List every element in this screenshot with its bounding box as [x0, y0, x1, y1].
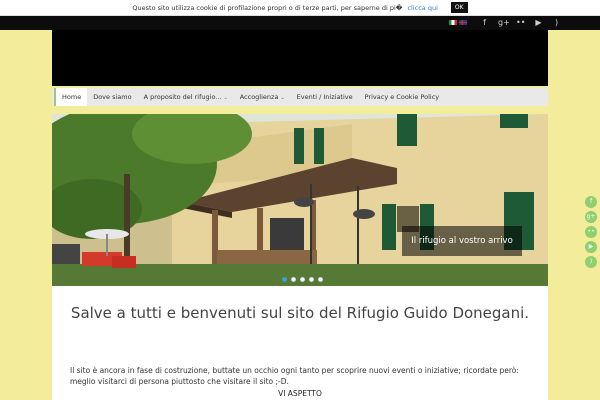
- slider-dot-3[interactable]: [300, 277, 305, 282]
- site-header: [52, 30, 548, 86]
- facebook-icon[interactable]: f: [585, 196, 597, 208]
- floating-share-bar: f g+ •• ▶ ): [585, 196, 597, 268]
- nav-item-home[interactable]: Home: [54, 88, 88, 106]
- chevron-down-icon: ⌄: [280, 95, 285, 101]
- top-bar: f g+ •• ▶ ): [0, 16, 600, 30]
- google-plus-icon[interactable]: g+: [585, 211, 597, 223]
- youtube-icon[interactable]: ▶: [585, 241, 597, 253]
- slider-dot-2[interactable]: [291, 277, 296, 282]
- slider-dot-4[interactable]: [309, 277, 314, 282]
- flickr-icon[interactable]: ••: [585, 226, 597, 238]
- facebook-icon[interactable]: f: [480, 17, 489, 28]
- intro-text: Il sito è ancora in fase di costruzione,…: [70, 366, 519, 386]
- flickr-icon[interactable]: ••: [516, 17, 525, 28]
- chevron-down-icon: ⌄: [223, 95, 228, 101]
- cookie-bar: Questo sito utilizza cookie di profilazi…: [0, 0, 600, 16]
- closing-text: VI ASPETTO: [278, 389, 322, 398]
- slide-caption: Il rifugio al vostro arrivo: [402, 226, 522, 256]
- cookie-info-link[interactable]: clicca qui: [407, 4, 437, 12]
- nav-item-dove-siamo[interactable]: Dove siamo: [87, 88, 137, 106]
- rss-icon[interactable]: ): [552, 17, 561, 28]
- slider-pagination: [282, 277, 323, 282]
- main-nav: Home Dove siamo A proposito del rifugio.…: [52, 88, 548, 106]
- welcome-heading: Salve a tutti e benvenuti sul sito del R…: [70, 304, 530, 322]
- cookie-message: Questo sito utilizza cookie di profilazi…: [132, 3, 403, 12]
- social-links: f g+ •• ▶ ): [480, 17, 561, 28]
- italian-flag-icon[interactable]: [449, 20, 457, 25]
- rss-icon[interactable]: ): [585, 256, 597, 268]
- rifugio-photo: [52, 114, 548, 286]
- hero-slider[interactable]: [52, 114, 548, 286]
- slider-dot-1[interactable]: [282, 277, 287, 282]
- nav-item-a-proposito[interactable]: A proposito del rifugio... ⌄: [138, 88, 234, 106]
- nav-item-privacy[interactable]: Privacy e Cookie Policy: [359, 88, 446, 106]
- slider-dot-5[interactable]: [318, 277, 323, 282]
- nav-item-accoglienza[interactable]: Accoglienza ⌄: [234, 88, 291, 106]
- language-switcher: [449, 20, 467, 25]
- cookie-ok-button[interactable]: OK: [450, 2, 468, 13]
- youtube-icon[interactable]: ▶: [534, 17, 543, 28]
- nav-item-eventi[interactable]: Eventi / Iniziative: [291, 88, 359, 106]
- google-plus-icon[interactable]: g+: [498, 17, 510, 28]
- english-flag-icon[interactable]: [459, 20, 467, 25]
